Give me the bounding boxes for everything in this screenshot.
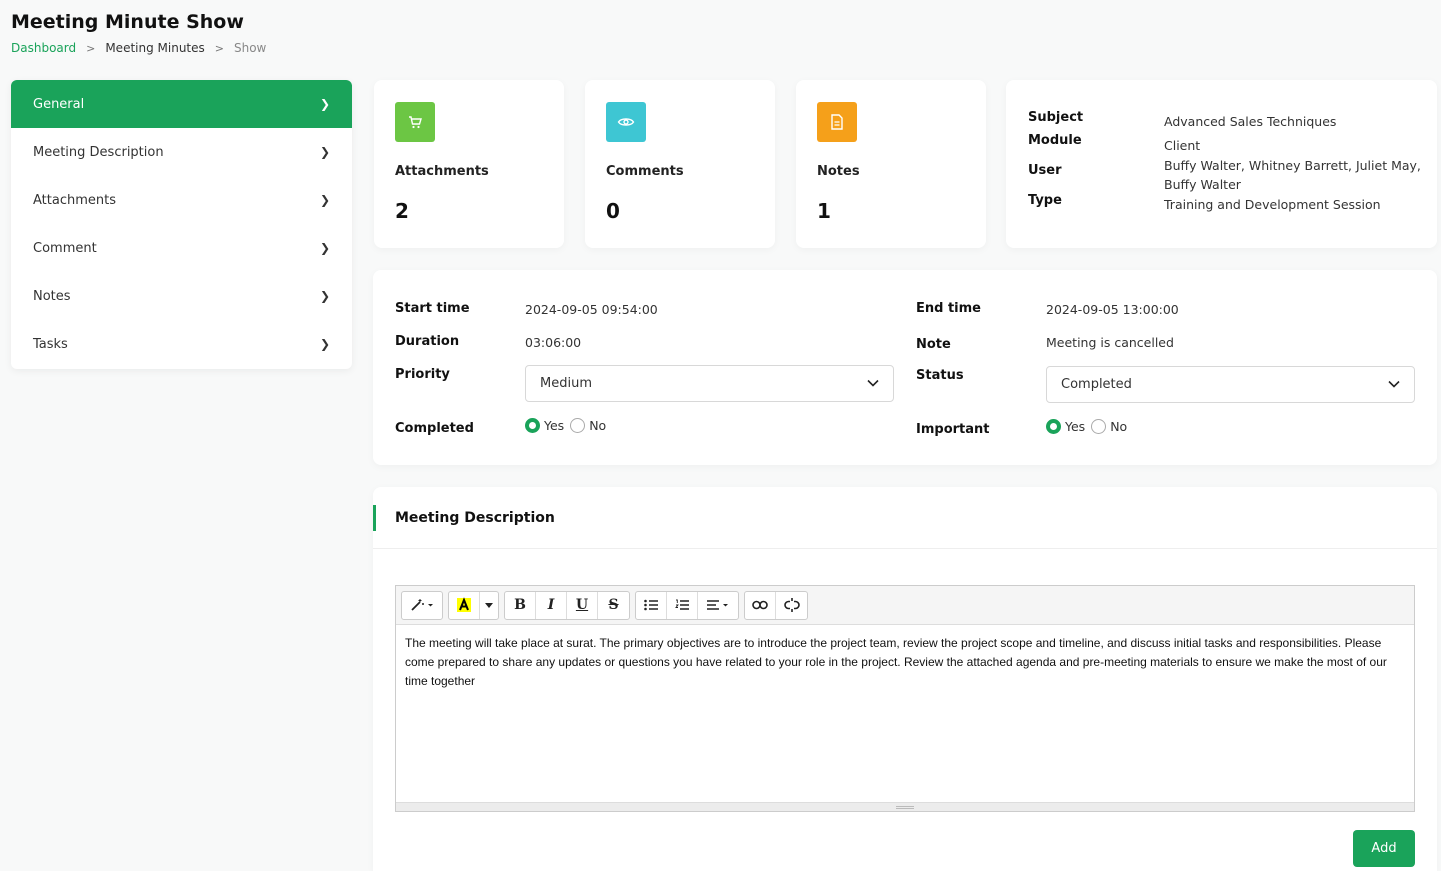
stat-card-comments: Comments 0 [585, 80, 775, 248]
sidebar-item-label: Attachments [33, 192, 116, 208]
sidebar-item-meeting-description[interactable]: Meeting Description ❯ [11, 128, 352, 176]
section-heading: Meeting Description [373, 487, 1437, 549]
duration-value: 03:06:00 [525, 335, 582, 350]
completed-label: Completed [395, 421, 474, 436]
stat-value: 2 [395, 199, 409, 223]
priority-label: Priority [395, 367, 450, 382]
cart-icon [395, 102, 435, 142]
strikethrough-icon[interactable]: S [598, 592, 629, 619]
user-value: Buffy Walter, Whitney Barrett, Juliet Ma… [1164, 158, 1421, 192]
important-no-radio[interactable] [1091, 419, 1107, 434]
sidebar-item-comment[interactable]: Comment ❯ [11, 224, 352, 272]
subject-label: Subject [1028, 110, 1084, 125]
subject-value: Advanced Sales Techniques [1164, 114, 1337, 129]
stat-value: 0 [606, 199, 620, 223]
underline-icon[interactable]: U [567, 591, 598, 619]
breadcrumb-show: Show [233, 41, 267, 55]
eye-icon [606, 102, 646, 142]
chevron-right-icon: ❯ [319, 289, 330, 303]
radio-label-no: No [589, 418, 607, 433]
sidebar-item-notes[interactable]: Notes ❯ [11, 272, 352, 320]
add-button[interactable]: Add [1353, 830, 1415, 867]
magic-wand-icon[interactable] [402, 592, 442, 619]
italic-icon[interactable]: I [536, 591, 567, 619]
note-value: Meeting is cancelled [1046, 335, 1174, 350]
duration-label: Duration [395, 334, 460, 349]
status-select-value: Completed [1061, 377, 1132, 392]
status-select[interactable]: Completed [1046, 366, 1415, 403]
sidebar-item-label: Notes [33, 288, 71, 304]
module-value: Client [1164, 138, 1201, 153]
important-yes-radio[interactable] [1046, 419, 1061, 434]
chevron-right-icon: ❯ [319, 241, 330, 255]
important-label: Important [916, 422, 990, 437]
completed-no-radio[interactable] [570, 418, 586, 433]
radio-label-no: No [1110, 419, 1128, 434]
sidebar: General ❯ Meeting Description ❯ Attachme… [11, 80, 352, 369]
resize-handle[interactable] [396, 802, 1414, 811]
chevron-down-icon [1388, 377, 1400, 392]
module-label: Module [1028, 133, 1082, 148]
bullet-list-icon[interactable] [636, 591, 667, 619]
page-title: Meeting Minute Show [11, 11, 244, 33]
completed-yes-radio[interactable] [525, 418, 540, 433]
meeting-details-card: Start time 2024-09-05 09:54:00 End time … [373, 270, 1437, 465]
numbered-list-icon[interactable] [667, 591, 698, 619]
chevron-right-icon: ❯ [319, 337, 330, 351]
stat-label: Attachments [395, 164, 489, 179]
chevron-right-icon: > [86, 41, 96, 55]
align-icon[interactable] [698, 592, 738, 619]
sidebar-item-label: General [33, 96, 85, 112]
chevron-down-icon [867, 376, 879, 391]
text-color-icon[interactable] [449, 591, 480, 619]
sidebar-item-label: Tasks [33, 336, 68, 352]
meeting-description-card: Meeting Description B I U S The meeting … [373, 487, 1437, 871]
unlink-icon[interactable] [776, 592, 807, 619]
user-label: User [1028, 163, 1062, 178]
chevron-right-icon: ❯ [319, 193, 330, 207]
sidebar-item-label: Comment [33, 240, 97, 256]
stat-card-notes: Notes 1 [796, 80, 986, 248]
caret-down-icon[interactable] [480, 592, 498, 619]
radio-label-yes: Yes [1065, 419, 1086, 434]
stat-value: 1 [817, 199, 831, 223]
end-time-label: End time [916, 301, 981, 316]
breadcrumb: Dashboard > Meeting Minutes > Show [11, 41, 266, 55]
sidebar-item-tasks[interactable]: Tasks ❯ [11, 320, 352, 368]
sidebar-item-attachments[interactable]: Attachments ❯ [11, 176, 352, 224]
start-time-value: 2024-09-05 09:54:00 [525, 302, 658, 317]
priority-select[interactable]: Medium [525, 365, 894, 402]
end-time-value: 2024-09-05 13:00:00 [1046, 302, 1179, 317]
chevron-right-icon: ❯ [319, 97, 330, 111]
note-label: Note [916, 337, 951, 352]
stat-label: Notes [817, 164, 860, 179]
chevron-right-icon: > [214, 41, 224, 55]
start-time-label: Start time [395, 301, 470, 316]
chevron-right-icon: ❯ [319, 145, 330, 159]
breadcrumb-meeting-minutes[interactable]: Meeting Minutes [105, 41, 204, 55]
breadcrumb-dashboard[interactable]: Dashboard [11, 41, 76, 55]
type-label: Type [1028, 193, 1062, 208]
completed-radio-group: Yes No [525, 418, 612, 433]
important-radio-group: Yes No [1046, 419, 1133, 434]
stat-label: Comments [606, 164, 684, 179]
document-icon [817, 102, 857, 142]
sidebar-item-label: Meeting Description [33, 144, 164, 160]
editor-content[interactable]: The meeting will take place at surat. Th… [396, 625, 1414, 700]
type-value: Training and Development Session [1164, 197, 1381, 212]
link-icon[interactable] [745, 591, 776, 619]
rich-text-editor: B I U S The meeting will take place at s… [395, 585, 1415, 812]
priority-select-value: Medium [540, 376, 592, 391]
editor-toolbar: B I U S [396, 586, 1414, 625]
sidebar-item-general[interactable]: General ❯ [11, 80, 352, 128]
radio-label-yes: Yes [544, 418, 565, 433]
status-label: Status [916, 368, 964, 383]
meeting-info-card: Subject Advanced Sales Techniques Module… [1006, 80, 1437, 248]
bold-icon[interactable]: B [505, 591, 536, 619]
stat-card-attachments: Attachments 2 [374, 80, 564, 248]
